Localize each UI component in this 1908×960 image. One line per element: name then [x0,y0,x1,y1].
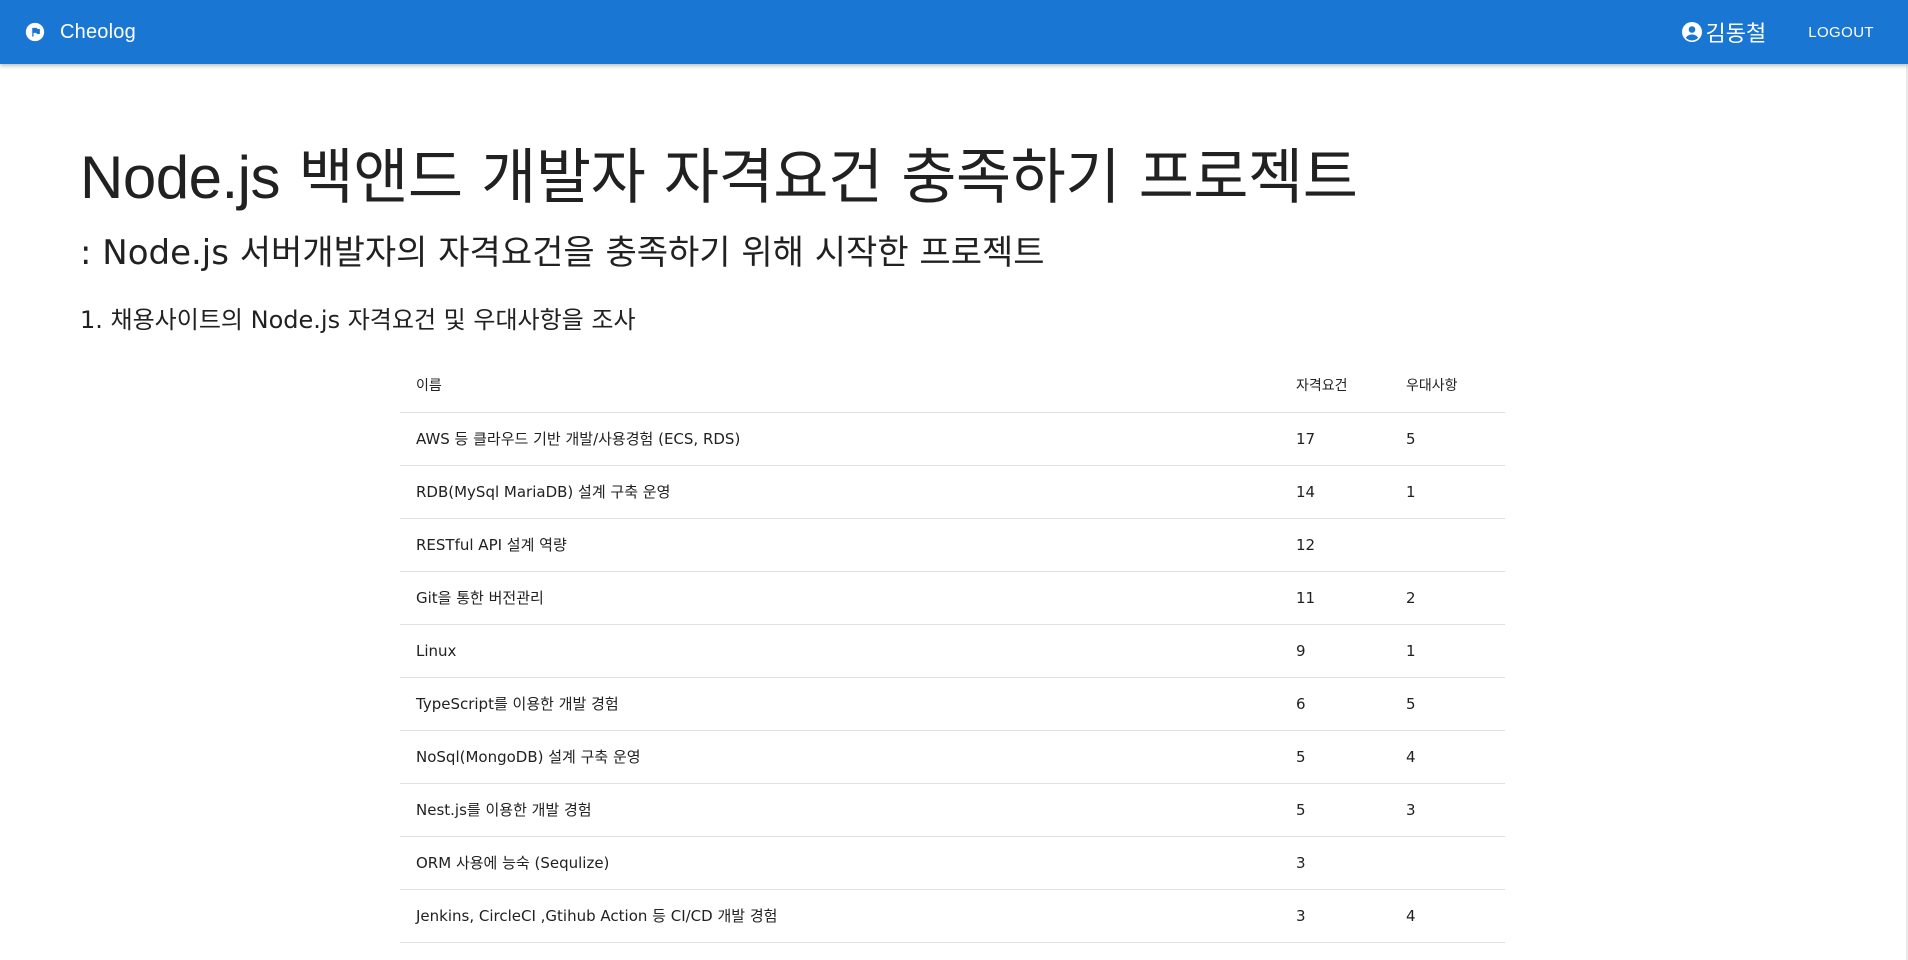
cell-name: AWS 등 클라우드 기반 개발/사용경험 (ECS, RDS) [400,412,1280,466]
table-row: Jenkins, CircleCI ,Gtihub Action 등 CI/CD… [400,889,1505,943]
cell-preferences: 5 [1390,677,1505,731]
table-row: RDB(MySql MariaDB) 설계 구축 운영 14 1 [400,465,1505,519]
flag-circle-icon [24,21,46,43]
cell-preferences: 5 [1390,412,1505,466]
cell-preferences [1390,518,1505,572]
cell-requirements: 5 [1280,730,1390,784]
column-header-requirements: 자격요건 [1280,358,1390,413]
brand-link[interactable]: Cheolog [24,21,136,44]
page-title: Node.js 백앤드 개발자 자격요건 충족하기 프로젝트 [80,144,1828,212]
cell-requirements: 3 [1280,889,1390,943]
cell-name: Git을 통한 버전관리 [400,571,1280,625]
app-bar: Cheolog 김동철 LOGOUT [0,0,1908,64]
cell-preferences: 4 [1390,730,1505,784]
table-row: RESTful API 설계 역량 12 [400,518,1505,572]
page-subtitle: : Node.js 서버개발자의 자격요건을 충족하기 위해 시작한 프로젝트 [80,233,1045,273]
table-row: ORM 사용에 능숙 (Sequlize) 3 [400,836,1505,890]
column-header-name: 이름 [400,358,1280,413]
table-row: Linux 9 1 [400,624,1505,678]
cell-name: ORM 사용에 능숙 (Sequlize) [400,836,1280,890]
cell-preferences: 1 [1390,465,1505,519]
brand-name: Cheolog [60,20,136,43]
cell-name: TypeScript를 이용한 개발 경험 [400,677,1280,731]
page-title-rest: 백앤드 개발자 자격요건 충족하기 프로젝트 [279,143,1358,213]
logout-button[interactable]: LOGOUT [1798,16,1884,49]
cell-requirements: 11 [1280,571,1390,625]
table-row: Nest.js를 이용한 개발 경험 5 3 [400,783,1505,837]
account-circle-icon [1680,20,1704,44]
section-heading: 1. 채용사이트의 Node.js 자격요건 및 우대사항을 조사 [80,306,636,334]
table-header-row: 이름 자격요건 우대사항 [400,358,1505,413]
cell-requirements: 14 [1280,465,1390,519]
cell-requirements: 9 [1280,624,1390,678]
cell-preferences: 3 [1390,783,1505,837]
cell-name: RDB(MySql MariaDB) 설계 구축 운영 [400,465,1280,519]
cell-name: NoSql(MongoDB) 설계 구축 운영 [400,730,1280,784]
cell-requirements: 6 [1280,677,1390,731]
user-name: 김동철 [1705,22,1767,47]
cell-name: RESTful API 설계 역량 [400,518,1280,572]
cell-requirements: 5 [1280,783,1390,837]
table-row: Git을 통한 버전관리 11 2 [400,571,1505,625]
table-row: TypeScript를 이용한 개발 경험 6 5 [400,677,1505,731]
cell-requirements: 12 [1280,518,1390,572]
cell-name: Jenkins, CircleCI ,Gtihub Action 등 CI/CD… [400,889,1280,943]
cell-name: Nest.js를 이용한 개발 경험 [400,783,1280,837]
cell-preferences [1390,836,1505,890]
requirements-table: 이름 자격요건 우대사항 AWS 등 클라우드 기반 개발/사용경험 (ECS,… [400,358,1505,943]
table-row: AWS 등 클라우드 기반 개발/사용경험 (ECS, RDS) 17 5 [400,412,1505,466]
table-row: NoSql(MongoDB) 설계 구축 운영 5 4 [400,730,1505,784]
user-menu[interactable]: 김동철 [1680,16,1767,48]
cell-name: Linux [400,624,1280,678]
cell-requirements: 17 [1280,412,1390,466]
cell-preferences: 1 [1390,624,1505,678]
cell-preferences: 4 [1390,889,1505,943]
cell-preferences: 2 [1390,571,1505,625]
main-content: Node.js 백앤드 개발자 자격요건 충족하기 프로젝트 : Node.js… [80,64,1828,943]
column-header-preferences: 우대사항 [1390,358,1505,413]
page-title-latin: Node.js [80,144,280,211]
cell-requirements: 3 [1280,836,1390,890]
